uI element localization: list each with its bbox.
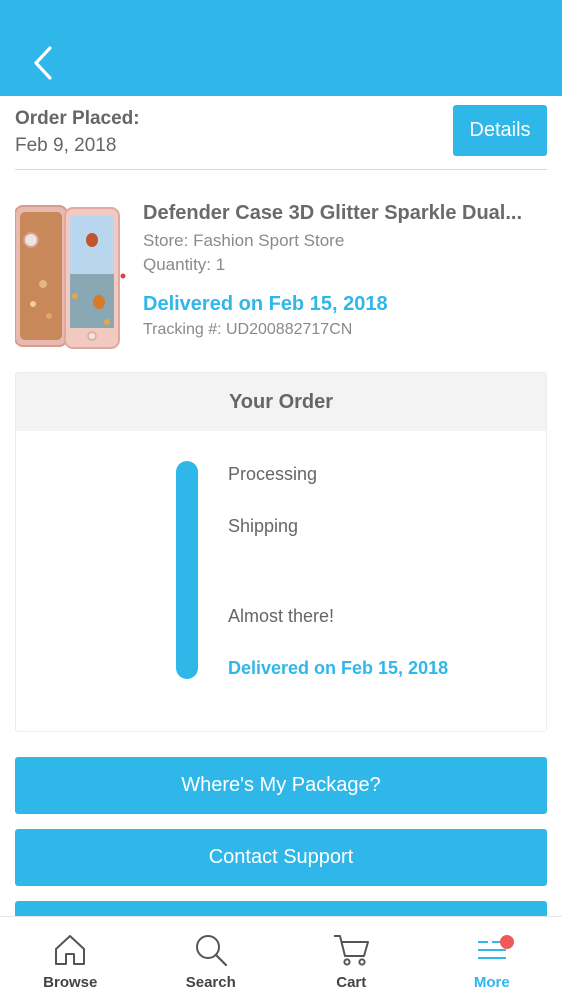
tab-label: Browse [43, 974, 98, 991]
timeline-step: Processing [228, 464, 318, 484]
order-timeline-card: Your Order Processing Shipping Almost th… [15, 372, 547, 732]
product-image [15, 205, 126, 349]
tab-search[interactable]: Search [141, 917, 282, 1000]
home-icon [50, 931, 90, 969]
app-header [0, 0, 562, 96]
tab-label: Cart [336, 974, 367, 991]
tab-label: Search [185, 974, 236, 991]
bottom-tab-bar: Browse Search Cart More [0, 916, 562, 1000]
timeline-progress-bar [176, 461, 198, 679]
product-title[interactable]: Defender Case 3D Glitter Sparkle Dual... [143, 202, 547, 225]
tab-cart[interactable]: Cart [281, 917, 422, 1000]
product-card[interactable]: Defender Case 3D Glitter Sparkle Dual...… [15, 200, 547, 350]
order-summary: Order Placed: Feb 9, 2018 Details [15, 104, 547, 170]
tab-label: More [473, 974, 510, 991]
cart-icon [331, 931, 371, 969]
details-button[interactable]: Details [453, 105, 547, 156]
search-icon [191, 931, 231, 969]
contact-support-button[interactable]: Contact Support [15, 829, 547, 886]
timeline-step: Shipping [228, 516, 299, 536]
back-button[interactable] [26, 44, 60, 82]
timeline-step-current: Delivered on Feb 15, 2018 [228, 658, 449, 678]
tab-more[interactable]: More [422, 917, 562, 1000]
order-placed-label: Order Placed: [15, 108, 140, 129]
timeline-step: Almost there! [228, 606, 335, 626]
product-store: Store: Fashion Sport Store [143, 231, 345, 250]
your-order-heading: Your Order [16, 373, 546, 431]
product-quantity: Quantity: 1 [143, 255, 226, 274]
order-placed-date: Feb 9, 2018 [15, 135, 117, 156]
chevron-left-icon [34, 46, 52, 80]
tab-browse[interactable]: Browse [0, 917, 141, 1000]
wheres-my-package-button[interactable]: Where's My Package? [15, 757, 547, 814]
delivery-status: Delivered on Feb 15, 2018 [143, 293, 388, 315]
notification-badge [499, 935, 514, 949]
tracking-number: Tracking #: UD200882717CN [143, 321, 353, 338]
